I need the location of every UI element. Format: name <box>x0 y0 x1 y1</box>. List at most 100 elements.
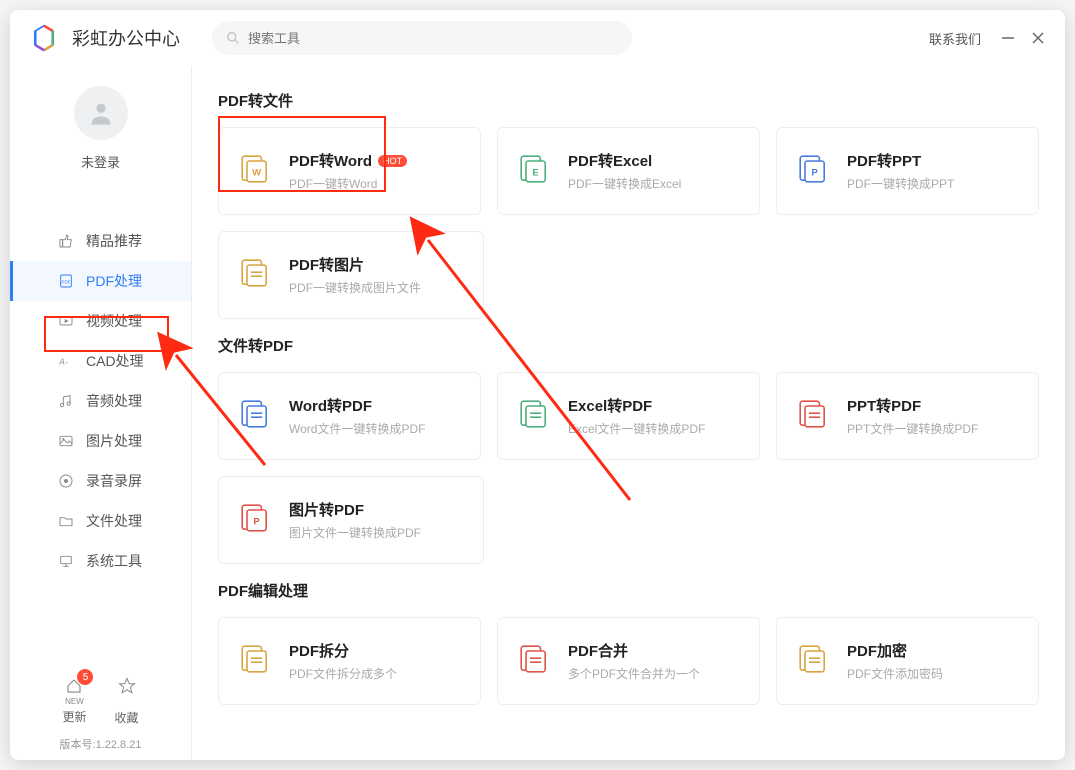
sidebar-item-record[interactable]: 录音录屏 <box>10 461 191 501</box>
sidebar-item-thumbs-up[interactable]: 精品推荐 <box>10 221 191 261</box>
svg-text:P: P <box>811 167 818 178</box>
card-icon <box>239 643 271 680</box>
card-desc: PDF一键转Word <box>289 175 407 192</box>
svg-text:A: A <box>58 357 64 366</box>
sidebar-item-folder[interactable]: 文件处理 <box>10 501 191 541</box>
minimize-button[interactable] <box>1001 31 1015 45</box>
card-icon: P <box>797 153 829 190</box>
section-title: 文件转PDF <box>218 335 1039 356</box>
sidebar-item-label: 音频处理 <box>86 391 142 411</box>
feature-card[interactable]: Excel转PDF Excel文件一键转换成PDF <box>497 372 760 460</box>
card-desc: 图片文件一键转换成PDF <box>289 524 421 541</box>
feature-card[interactable]: Word转PDF Word文件一键转换成PDF <box>218 372 481 460</box>
card-title: PPT转PDF <box>847 395 978 416</box>
card-icon <box>518 398 550 435</box>
titlebar: 彩虹办公中心 联系我们 <box>10 10 1065 66</box>
card-desc: PPT文件一键转换成PDF <box>847 420 978 437</box>
card-desc: PDF文件拆分成多个 <box>289 665 397 682</box>
card-icon <box>239 398 271 435</box>
sidebar-item-label: 精品推荐 <box>86 231 142 251</box>
card-title: 图片转PDF <box>289 499 421 520</box>
card-desc: Word文件一键转换成PDF <box>289 420 425 437</box>
card-title: PDF转Excel <box>568 150 681 171</box>
contact-link[interactable]: 联系我们 <box>929 29 981 48</box>
card-desc: Excel文件一键转换成PDF <box>568 420 705 437</box>
thumbs-up-icon <box>58 233 74 249</box>
card-icon <box>239 257 271 294</box>
card-desc: PDF一键转换成PPT <box>847 175 954 192</box>
star-icon <box>118 677 136 695</box>
card-row: PDF转图片 PDF一键转换成图片文件 <box>218 231 1039 319</box>
pdf-icon: PDF <box>58 273 74 289</box>
version-label: 版本号:1.22.8.21 <box>60 736 142 752</box>
update-label: 更新 <box>62 708 86 725</box>
sidebar-nav: 精品推荐 PDF PDF处理视频处理 A⌐CAD处理音频处理图片处理录音录屏文件处理系… <box>10 221 191 581</box>
card-title: PDF转Word HOT <box>289 150 407 171</box>
card-row: PDF拆分 PDF文件拆分成多个 PDF合并 多个PDF文件合并为一个 PDF加… <box>218 617 1039 705</box>
close-button[interactable] <box>1031 31 1045 45</box>
new-text: NEW <box>65 697 84 706</box>
search-box[interactable] <box>212 21 632 55</box>
avatar[interactable] <box>74 86 128 140</box>
card-title: PDF加密 <box>847 640 943 661</box>
feature-card[interactable]: PPT转PDF PPT文件一键转换成PDF <box>776 372 1039 460</box>
app-title: 彩虹办公中心 <box>72 25 180 51</box>
card-desc: PDF一键转换成图片文件 <box>289 279 421 296</box>
record-icon <box>58 473 74 489</box>
card-desc: PDF一键转换成Excel <box>568 175 681 192</box>
user-icon <box>87 99 115 127</box>
audio-icon <box>58 393 74 409</box>
card-icon: P <box>239 502 271 539</box>
sidebar-item-system[interactable]: 系统工具 <box>10 541 191 581</box>
feature-card[interactable]: PDF拆分 PDF文件拆分成多个 <box>218 617 481 705</box>
svg-text:PDF: PDF <box>61 280 70 285</box>
sidebar-item-label: 视频处理 <box>86 311 142 331</box>
card-icon: W <box>239 153 271 190</box>
sidebar-item-image[interactable]: 图片处理 <box>10 421 191 461</box>
sidebar-item-pdf[interactable]: PDF PDF处理 <box>10 261 191 301</box>
card-title: PDF转图片 <box>289 254 421 275</box>
feature-card[interactable]: PDF加密 PDF文件添加密码 <box>776 617 1039 705</box>
app-logo-icon <box>30 24 58 52</box>
sidebar-bottom: 5 NEW 更新 收藏 版本号:1.22.8.21 <box>10 663 191 760</box>
card-row: W PDF转Word HOT PDF一键转Word E PDF转Excel PD… <box>218 127 1039 215</box>
sidebar-item-audio[interactable]: 音频处理 <box>10 381 191 421</box>
sidebar-item-label: PDF处理 <box>86 271 142 291</box>
search-input[interactable] <box>248 31 618 46</box>
sidebar-item-label: 录音录屏 <box>86 471 142 491</box>
card-title: Excel转PDF <box>568 395 705 416</box>
sidebar-item-label: 图片处理 <box>86 431 142 451</box>
app-window: 彩虹办公中心 联系我们 未登录 精品推荐 PDF PDF处理视频处理 A⌐CAD处理音… <box>10 10 1065 760</box>
video-icon <box>58 313 74 329</box>
sidebar-item-cad[interactable]: A⌐CAD处理 <box>10 341 191 381</box>
hot-badge: HOT <box>378 155 407 167</box>
favorite-label: 收藏 <box>115 709 139 726</box>
card-desc: PDF文件添加密码 <box>847 665 943 682</box>
feature-card[interactable]: PDF合并 多个PDF文件合并为一个 <box>497 617 760 705</box>
sidebar-item-video[interactable]: 视频处理 <box>10 301 191 341</box>
update-button[interactable]: 5 NEW 更新 <box>62 677 86 726</box>
sidebar-item-label: 文件处理 <box>86 511 142 531</box>
cad-icon: A⌐ <box>58 353 74 369</box>
login-status[interactable]: 未登录 <box>81 152 120 171</box>
feature-card[interactable]: E PDF转Excel PDF一键转换成Excel <box>497 127 760 215</box>
card-row: Word转PDF Word文件一键转换成PDF Excel转PDF Excel文… <box>218 372 1039 460</box>
svg-text:E: E <box>532 167 539 178</box>
card-title: PDF合并 <box>568 640 700 661</box>
main-content: PDF转文件 W PDF转Word HOT PDF一键转Word E PDF转E… <box>192 66 1065 760</box>
favorite-button[interactable]: 收藏 <box>115 677 139 726</box>
feature-card[interactable]: PDF转图片 PDF一键转换成图片文件 <box>218 231 484 319</box>
update-badge: 5 <box>77 669 93 685</box>
folder-icon <box>58 513 74 529</box>
feature-card[interactable]: P PDF转PPT PDF一键转换成PPT <box>776 127 1039 215</box>
sidebar-item-label: 系统工具 <box>86 551 142 571</box>
feature-card[interactable]: W PDF转Word HOT PDF一键转Word <box>218 127 481 215</box>
feature-card[interactable]: P 图片转PDF 图片文件一键转换成PDF <box>218 476 484 564</box>
system-icon <box>58 553 74 569</box>
sidebar: 未登录 精品推荐 PDF PDF处理视频处理 A⌐CAD处理音频处理图片处理录音录屏文… <box>10 66 192 760</box>
section-title: PDF编辑处理 <box>218 580 1039 601</box>
svg-text:⌐: ⌐ <box>65 360 68 366</box>
card-icon: E <box>518 153 550 190</box>
card-row: P 图片转PDF 图片文件一键转换成PDF <box>218 476 1039 564</box>
image-icon <box>58 433 74 449</box>
